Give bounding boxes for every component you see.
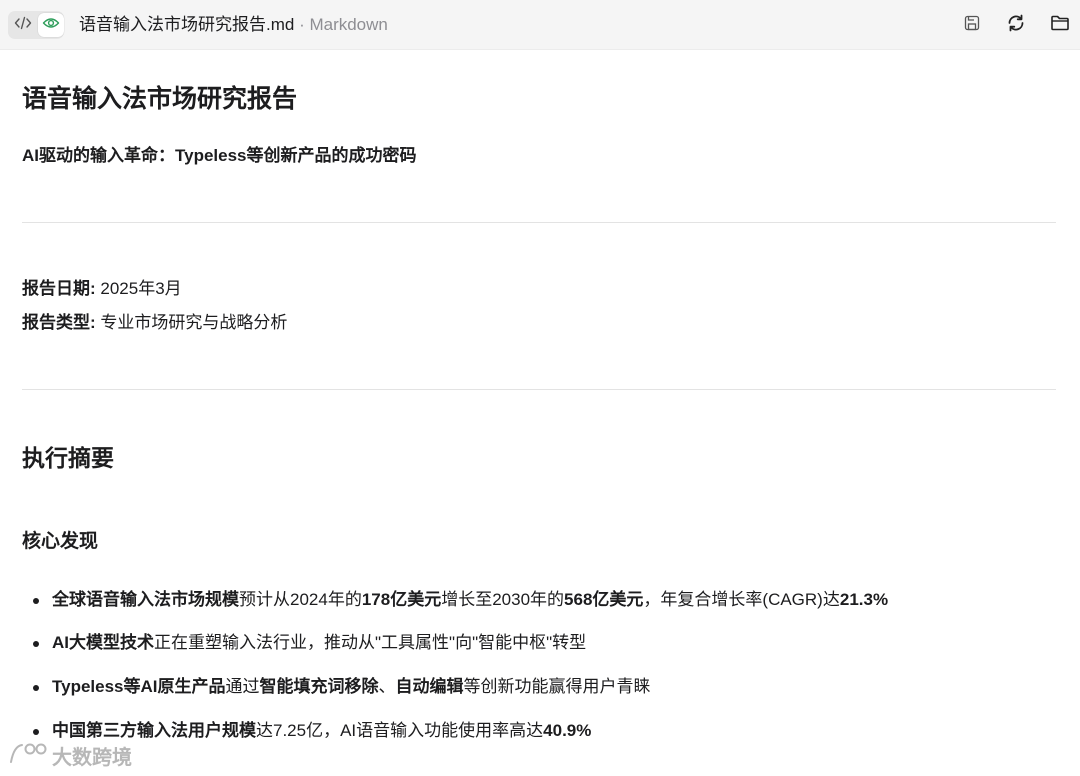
source-view-button[interactable] (10, 13, 36, 37)
emphasis-text: 21.3% (839, 590, 889, 609)
list-item: 中国第三方输入法用户规模达7.25亿，AI语音输入功能使用率高达40.9% (33, 720, 591, 742)
refresh-icon (1006, 13, 1026, 38)
eye-icon (42, 16, 60, 35)
bullet-dot (33, 685, 39, 691)
open-folder-button[interactable] (1048, 13, 1072, 37)
document-title: 语音输入法市场研究报告 (22, 85, 298, 113)
subsection-heading: 核心发现 (22, 531, 99, 552)
meta-label: 报告类型: (22, 313, 96, 332)
emphasis-text: AI大模型技术 (52, 633, 154, 652)
markdown-preview: 语音输入法市场研究报告 AI驱动的输入革命：Typeless等创新产品的成功密码… (0, 50, 1080, 776)
meta-report-date: 报告日期: 2025年3月 (22, 278, 182, 300)
meta-value: 2025年3月 (95, 279, 182, 298)
list-item-text: 全球语音输入法市场规模预计从2024年的178亿美元增长至2030年的568亿美… (52, 590, 888, 609)
bullet-dot (33, 641, 39, 647)
file-title: 语音输入法市场研究报告.md · Markdown (79, 15, 388, 35)
emphasis-text: 568亿美元 (564, 590, 644, 609)
list-item: Typeless等AI原生产品通过智能填充词移除、自动编辑等创新功能赢得用户青睐 (33, 676, 651, 698)
list-item-text: 中国第三方输入法用户规模达7.25亿，AI语音输入功能使用率高达40.9% (52, 721, 591, 740)
emphasis-text: 178亿美元 (361, 590, 442, 609)
list-item-text: AI大模型技术正在重塑输入法行业，推动从"工具属性"向"智能中枢"转型 (52, 633, 586, 652)
plain-text: 通过 (225, 677, 260, 696)
watermark-text: 大数跨境 (52, 747, 132, 769)
divider (22, 222, 1056, 223)
folder-icon (1050, 14, 1070, 37)
emphasis-text: 40.9% (543, 721, 592, 740)
watermark-logo-icon (8, 742, 48, 770)
watermark: 大数跨境 (8, 741, 132, 770)
plain-text: 增长至2030年的 (441, 590, 565, 609)
emphasis-text: Typeless等AI原生产品 (52, 677, 226, 696)
emphasis-text: 中国第三方输入法用户规模 (52, 721, 256, 740)
view-mode-toggle (8, 11, 64, 39)
plain-text: ，年复合增长率(CAGR)达 (643, 590, 840, 609)
editor-toolbar: 语音输入法市场研究报告.md · Markdown (0, 0, 1080, 50)
emphasis-text: 全球语音输入法市场规模 (52, 590, 239, 609)
file-name: 语音输入法市场研究报告.md (79, 15, 295, 34)
preview-view-button[interactable] (38, 13, 64, 37)
section-heading: 执行摘要 (22, 445, 114, 471)
document-subtitle: AI驱动的输入革命：Typeless等创新产品的成功密码 (22, 146, 417, 165)
meta-report-type: 报告类型: 专业市场研究与战略分析 (22, 312, 287, 334)
refresh-button[interactable] (1004, 13, 1028, 37)
file-type: · Markdown (294, 15, 388, 34)
divider (22, 389, 1056, 390)
list-item-text: Typeless等AI原生产品通过智能填充词移除、自动编辑等创新功能赢得用户青睐 (52, 677, 651, 696)
list-item: 全球语音输入法市场规模预计从2024年的178亿美元增长至2030年的568亿美… (33, 589, 888, 611)
save-icon (963, 14, 981, 37)
emphasis-text: 自动编辑 (395, 677, 464, 696)
plain-text: 等创新功能赢得用户青睐 (463, 677, 651, 696)
plain-text: 预计从2024年的 (239, 590, 362, 609)
bullet-dot (33, 729, 39, 735)
save-button[interactable] (960, 13, 984, 37)
bullet-dot (33, 598, 39, 604)
meta-label: 报告日期: (22, 279, 96, 298)
plain-text: 达7.25亿，AI语音输入功能使用率高达 (256, 721, 544, 740)
plain-text: 、 (378, 677, 396, 696)
list-item: AI大模型技术正在重塑输入法行业，推动从"工具属性"向"智能中枢"转型 (33, 632, 586, 654)
meta-value: 专业市场研究与战略分析 (95, 313, 288, 332)
emphasis-text: 智能填充词移除 (259, 677, 379, 696)
code-icon (14, 16, 32, 35)
plain-text: 正在重塑输入法行业，推动从"工具属性"向"智能中枢"转型 (154, 633, 587, 652)
